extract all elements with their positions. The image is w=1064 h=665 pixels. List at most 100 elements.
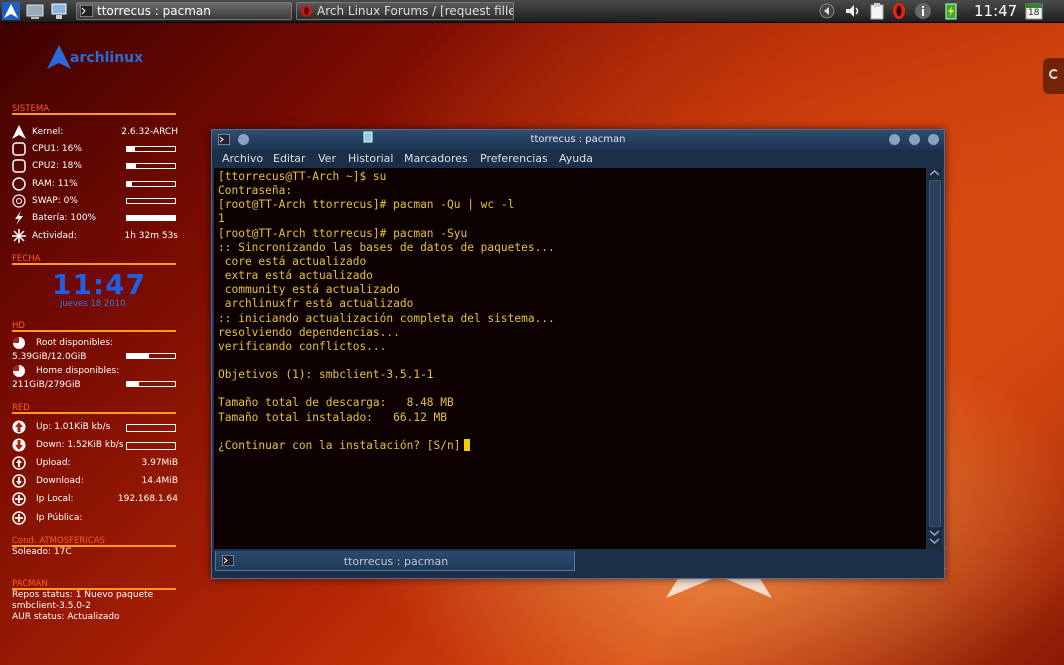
panel-clock[interactable]: 11:47 (974, 2, 1017, 20)
menu-ver[interactable]: Ver (318, 152, 336, 165)
down-row: Down: 1.52KiB kb/s (12, 438, 178, 452)
terminal-line: Tamaño total instalado: 66.12 MB (218, 410, 448, 424)
volume-icon[interactable] (844, 2, 862, 20)
terminal-line: Tamaño total de descarga: 8.48 MB (218, 396, 454, 410)
maximize-button[interactable] (909, 134, 920, 145)
scrollbar-thumb[interactable] (929, 180, 941, 527)
cpu-icon (12, 159, 26, 173)
scroll-up-icon[interactable] (927, 168, 942, 178)
cpu1-row: CPU1: 16% (12, 142, 178, 156)
up-graph (126, 424, 176, 432)
kernel-value: 2.6.32-ARCH (121, 127, 178, 137)
arch-menu-icon[interactable] (2, 2, 20, 20)
clipboard-icon[interactable] (868, 2, 886, 20)
opera-icon (300, 5, 313, 17)
section-divider (12, 412, 176, 414)
task-label: Arch Linux Forums / [request filled] Co (317, 4, 513, 18)
ram-icon (12, 177, 26, 191)
terminal-window[interactable]: ttorrecus : pacman Archivo Editar Ver Hi… (211, 129, 945, 579)
battery-label: Batería: 100% (32, 213, 97, 223)
uptime-value: 1h 32m 53s (124, 231, 178, 241)
terminal-icon (79, 4, 94, 18)
task-browser[interactable]: Arch Linux Forums / [request filled] Co (296, 2, 514, 20)
disk-pie-icon (12, 336, 26, 350)
terminal-line: :: Sincronizando las bases de datos de p… (218, 240, 555, 254)
terminal-line: ¿Continuar con la instalación? [S/n] (218, 438, 471, 452)
tab-terminal[interactable]: ttorrecus : pacman (215, 551, 575, 571)
menu-historial[interactable]: Historial (348, 152, 393, 165)
scrollbar[interactable] (927, 168, 942, 549)
battery-bar (126, 215, 176, 221)
root-label: Root disponibles: (36, 338, 114, 348)
terminal-line: core está actualizado (218, 254, 367, 268)
cpu2-row: CPU2: 18% (12, 159, 178, 173)
terminal-line: Contraseña: (218, 184, 293, 198)
upload-label: Upload: (36, 458, 71, 468)
plasma-toolbox-icon (1049, 69, 1059, 79)
menu-editar[interactable]: Editar (273, 152, 306, 165)
terminal-line: verificando conflictos... (218, 339, 387, 353)
home-label: Home disponibles: (36, 366, 120, 376)
uptime-row: Actividad: 1h 32m 53s (12, 229, 178, 243)
battery-row: Batería: 100% (12, 211, 178, 225)
task-terminal[interactable]: ttorrecus : pacman (76, 2, 292, 20)
download-label: Download: (36, 476, 84, 486)
swap-icon (12, 194, 26, 208)
down-arrow-icon (12, 438, 26, 452)
download-icon (12, 474, 26, 488)
opera-tray-icon[interactable] (890, 2, 908, 20)
upload-row: Upload: 3.97MiB (12, 456, 178, 470)
terminal-line: extra está actualizado (218, 269, 373, 283)
terminal-line: [root@TT-Arch ttorrecus]# pacman -Qu | w… (218, 198, 515, 212)
close-button[interactable] (928, 134, 939, 145)
download-row: Download: 14.4MiB (12, 474, 178, 488)
menu-preferencias[interactable]: Preferencias (480, 152, 548, 165)
calendar-icon[interactable]: 18 (1025, 2, 1043, 20)
terminal-cursor (464, 438, 471, 451)
terminal-line: 1 (218, 212, 225, 226)
tab-label: ttorrecus : pacman (343, 555, 449, 568)
bar-fill (127, 382, 139, 386)
swap-bar (126, 198, 176, 204)
logo-text: archlinux (70, 50, 144, 66)
cpu1-label: CPU1: 16% (32, 144, 82, 154)
menu-archivo[interactable]: Archivo (222, 152, 263, 165)
weather-value: Soleado: 17C (12, 547, 72, 557)
ram-row: RAM: 11% (12, 177, 178, 191)
iplocal-label: Ip Local: (36, 494, 74, 504)
pacman-repos: Repos status: 1 Nuevo paquete (12, 590, 154, 600)
ippublica-label: Ip Pública: (36, 513, 83, 523)
menu-marcadores[interactable]: Marcadores (404, 152, 468, 165)
plus-icon (12, 492, 26, 506)
minimize-button[interactable] (889, 134, 900, 145)
terminal-line: [root@TT-Arch ttorrecus]# pacman -Syu (218, 226, 468, 240)
workspace-icon[interactable] (50, 2, 68, 20)
terminal-line: resolviendo dependencias... (218, 325, 400, 339)
up-arrow-icon (12, 420, 26, 434)
pacman-package: smbclient-3.5.0-2 (12, 601, 92, 611)
scroll-down-icon[interactable] (927, 528, 942, 548)
menu-ayuda[interactable]: Ayuda (559, 152, 593, 165)
plus-icon (12, 511, 26, 525)
ippublica-row: Ip Pública: (12, 511, 178, 525)
root-bar (126, 353, 176, 359)
arch-icon (12, 125, 26, 139)
battery-icon[interactable] (942, 2, 960, 20)
calendar-day: 18 (1028, 8, 1040, 18)
swap-label: SWAP: 0% (32, 196, 78, 206)
big-clock: 11:47 (52, 268, 147, 301)
terminal-line: :: iniciando actualización completa del … (218, 311, 555, 325)
info-icon[interactable] (914, 2, 932, 20)
uptime-label: Actividad: (32, 231, 77, 241)
down-graph (126, 442, 176, 450)
show-desktop-icon[interactable] (26, 2, 44, 20)
terminal-output[interactable]: [ttorrecus@TT-Arch ~]$ su Contraseña: [roo… (214, 168, 926, 549)
root-row: Root disponibles: (12, 336, 178, 350)
window-titlebar[interactable]: ttorrecus : pacman (212, 130, 944, 150)
ram-bar (126, 181, 176, 187)
widget-handle[interactable] (1043, 58, 1064, 94)
upload-icon (12, 456, 26, 470)
kernel-row: Kernel: 2.6.32-ARCH (12, 125, 178, 139)
scroll-left-icon[interactable] (818, 2, 836, 20)
bar-fill (127, 354, 149, 358)
